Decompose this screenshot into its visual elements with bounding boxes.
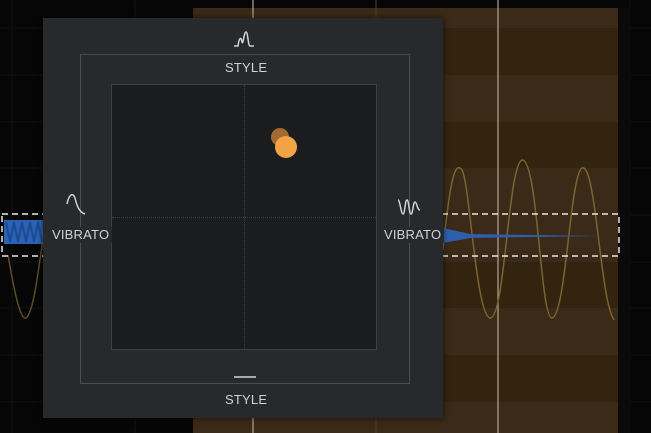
wavy-style-icon <box>234 31 254 47</box>
flat-line-icon <box>234 376 256 378</box>
smooth-curve-icon <box>66 193 86 215</box>
grid-center-horizontal <box>112 217 376 218</box>
xy-grid[interactable] <box>111 84 377 350</box>
xy-handle[interactable] <box>275 136 297 158</box>
vibrato-style-xy-pad: STYLE STYLE VIBRATO VIBRATO <box>43 18 445 418</box>
vibrato-left-label: VIBRATO <box>49 227 113 243</box>
vibrato-right-label: VIBRATO <box>381 227 445 243</box>
style-bottom-label: STYLE <box>222 392 271 408</box>
style-top-label: STYLE <box>222 60 271 76</box>
vibrato-wave-icon <box>397 199 421 215</box>
note-bar-left <box>4 220 44 244</box>
